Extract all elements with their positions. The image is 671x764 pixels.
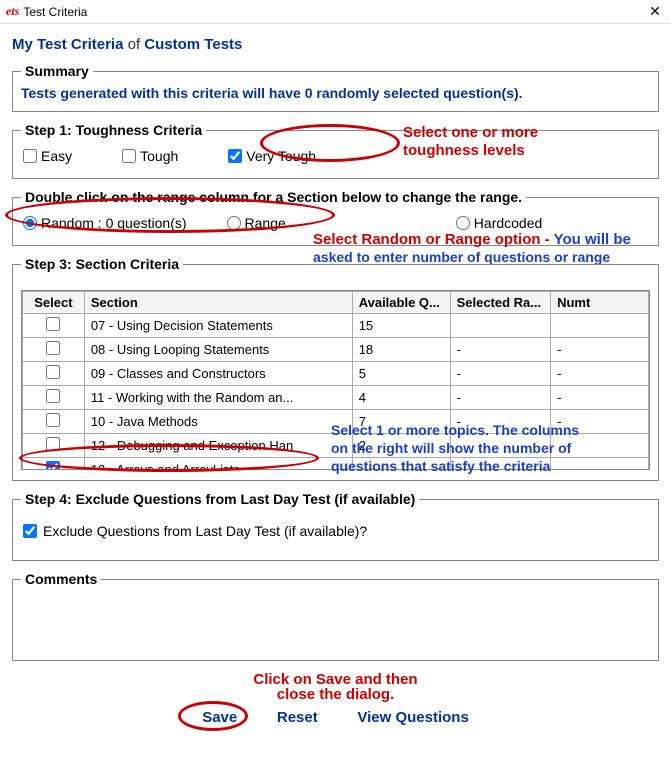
row-section: 07 - Using Decision Statements [84, 314, 352, 338]
row-section: 12 - Debugging and Exception Han [84, 434, 352, 458]
row-ra: - [450, 338, 551, 362]
easy-checkbox-input[interactable] [23, 149, 37, 163]
easy-label: Easy [41, 148, 72, 164]
step3-legend: Step 3: Section Criteria [21, 256, 183, 272]
window-title: Test Criteria [23, 5, 87, 19]
very-tough-label: Very Tough [246, 148, 316, 164]
range-radio-input[interactable] [227, 216, 241, 230]
row-nt [551, 458, 649, 470]
summary-box: Summary Tests generated with this criter… [12, 63, 659, 112]
table-row[interactable]: 08 - Using Looping Statements18-- [23, 338, 649, 362]
exclude-checkbox[interactable]: Exclude Questions from Last Day Test (if… [21, 513, 650, 549]
step1-legend: Step 1: Toughness Criteria [21, 122, 206, 138]
col-select: Select [23, 292, 85, 314]
step4-box: Step 4: Exclude Questions from Last Day … [12, 491, 659, 561]
range-radio[interactable]: Range [227, 215, 286, 231]
comments-legend: Comments [21, 571, 101, 587]
table-header-row: Select Section Available Q... Selected R… [23, 292, 649, 314]
row-avail: 15 [352, 314, 450, 338]
row-section: 11 - Working with the Random an... [84, 386, 352, 410]
app-logo: ets [6, 4, 19, 19]
row-avail: 4 [352, 386, 450, 410]
row-ra [450, 314, 551, 338]
step2-box: Double click on the range column for a S… [12, 189, 659, 246]
tough-checkbox[interactable]: Tough [122, 148, 178, 164]
table-row[interactable]: 11 - Working with the Random an...4-- [23, 386, 649, 410]
save-button[interactable]: Save [198, 705, 241, 730]
summary-legend: Summary [21, 63, 93, 79]
page-title: My Test Criteria of Custom Tests [12, 36, 659, 53]
step3-box: Step 3: Section Criteria Select Section … [12, 256, 659, 481]
row-section: 13 - Arrays and ArrayLists [84, 458, 352, 470]
row-avail: 5 [352, 362, 450, 386]
row-checkbox[interactable] [46, 461, 60, 469]
row-checkbox[interactable] [46, 341, 60, 355]
annot-save-2: close the dialog. [12, 686, 659, 703]
annot-random-red: Select Random or Range option - You will… [313, 231, 631, 248]
tough-label: Tough [140, 148, 178, 164]
step2-legend: Double click on the range column for a S… [21, 189, 526, 205]
table-row[interactable]: 09 - Classes and Constructors5-- [23, 362, 649, 386]
row-ra: - [450, 362, 551, 386]
row-avail: 18 [352, 338, 450, 362]
step4-legend: Step 4: Exclude Questions from Last Day … [21, 491, 419, 507]
view-questions-button[interactable]: View Questions [353, 705, 472, 730]
annot-topics-1: Select 1 or more topics. The columns [331, 422, 579, 438]
summary-text: Tests generated with this criteria will … [21, 85, 650, 101]
close-icon[interactable]: ✕ [645, 3, 665, 20]
row-section: 10 - Java Methods [84, 410, 352, 434]
col-avail: Available Q... [352, 292, 450, 314]
header-of: of [128, 36, 141, 53]
col-numt: Numt [551, 292, 649, 314]
row-checkbox[interactable] [46, 389, 60, 403]
annot-topics-3: questions that satisfy the criteria [331, 458, 550, 474]
col-selra: Selected Ra... [450, 292, 551, 314]
hardcoded-radio[interactable]: Hardcoded [456, 215, 543, 231]
annot-toughness-2: toughness levels [403, 142, 525, 159]
col-section: Section [84, 292, 352, 314]
row-checkbox[interactable] [46, 413, 60, 427]
exclude-label: Exclude Questions from Last Day Test (if… [43, 523, 367, 539]
easy-checkbox[interactable]: Easy [23, 148, 72, 164]
row-checkbox[interactable] [46, 317, 60, 331]
row-section: 08 - Using Looping Statements [84, 338, 352, 362]
row-ra: - [450, 386, 551, 410]
random-radio[interactable]: Random : 0 question(s) [23, 215, 187, 231]
reset-button[interactable]: Reset [273, 705, 322, 730]
row-section: 09 - Classes and Constructors [84, 362, 352, 386]
exclude-checkbox-input[interactable] [23, 524, 37, 538]
table-row[interactable]: 07 - Using Decision Statements15 [23, 314, 649, 338]
row-nt [551, 314, 649, 338]
range-label: Range [245, 215, 286, 231]
hardcoded-label: Hardcoded [474, 215, 543, 231]
comments-box: Comments [12, 571, 659, 661]
random-label: Random : 0 question(s) [41, 215, 187, 231]
very-tough-checkbox[interactable]: Very Tough [228, 148, 316, 164]
random-radio-input[interactable] [23, 216, 37, 230]
row-checkbox[interactable] [46, 437, 60, 451]
row-nt: - [551, 362, 649, 386]
annot-topics-2: on the right will show the number of [331, 440, 571, 456]
tough-checkbox-input[interactable] [122, 149, 136, 163]
very-tough-checkbox-input[interactable] [228, 149, 242, 163]
row-nt: - [551, 338, 649, 362]
header-suffix: Custom Tests [144, 36, 242, 53]
header-prefix: My Test Criteria [12, 36, 123, 53]
step1-box: Step 1: Toughness Criteria Easy Tough Ve… [12, 122, 659, 179]
annot-toughness-1: Select one or more [403, 124, 538, 141]
hardcoded-radio-input[interactable] [456, 216, 470, 230]
row-nt: - [551, 386, 649, 410]
row-checkbox[interactable] [46, 365, 60, 379]
